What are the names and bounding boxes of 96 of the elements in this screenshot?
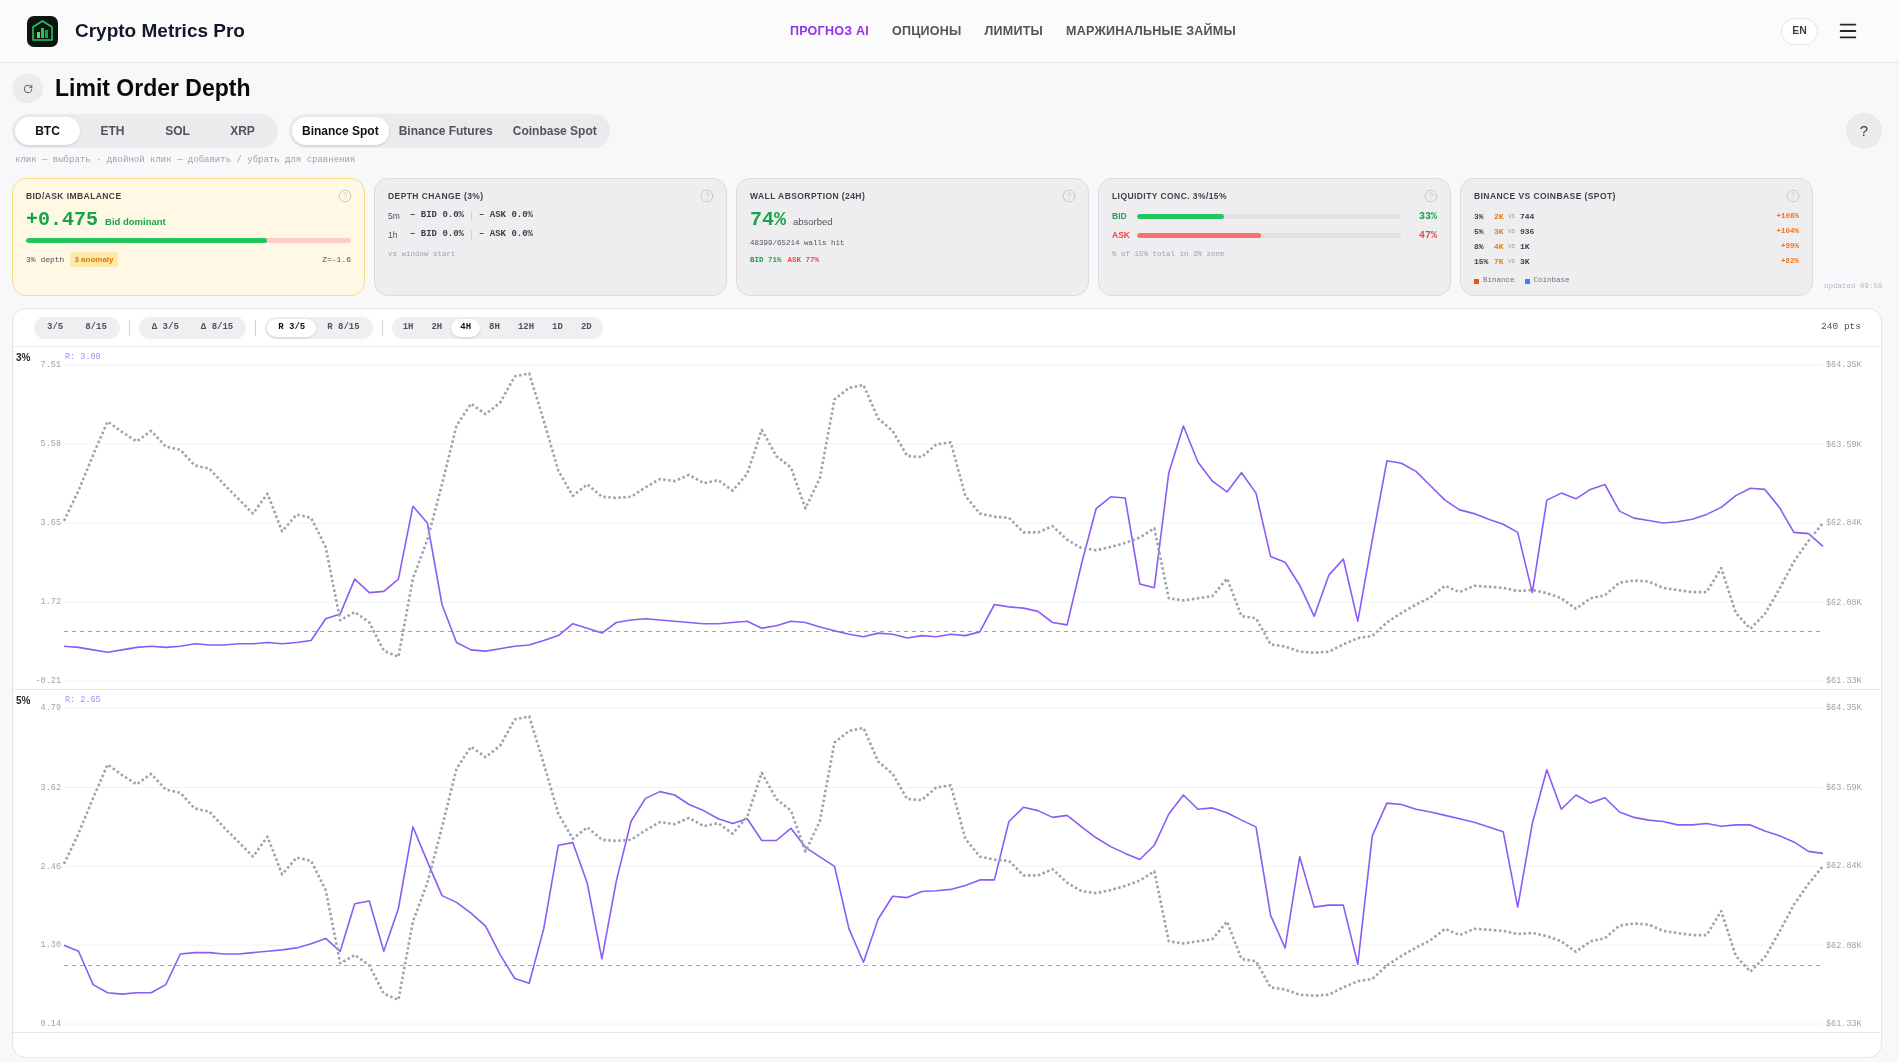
toolbar-tab[interactable]: 1H [393, 318, 423, 337]
nav-link[interactable]: ОПЦИОНЫ [892, 21, 962, 41]
help-icon[interactable] [1062, 189, 1076, 203]
card-title: BINANCE VS COINBASE (SPOT) [1474, 191, 1616, 201]
axis-label: $62.84K [1826, 518, 1862, 529]
toolbar-tab[interactable]: 2D [571, 318, 601, 337]
points-count: 240 pts [1821, 320, 1861, 335]
period-label: 1h [388, 228, 399, 242]
source-tab[interactable]: Binance Futures [388, 117, 503, 145]
axis-label: 0.14 [40, 1019, 61, 1030]
bid-change: – BID 0.0% [410, 228, 464, 242]
binance-value: 3K [1494, 225, 1505, 238]
depth-label: 8% [1474, 240, 1485, 253]
z-score: Z=-1.6 [322, 253, 351, 266]
concentration-value: 33% [1419, 209, 1437, 224]
card-title: DEPTH CHANGE (3%) [388, 191, 484, 201]
imbalance-value: +0.475 [26, 210, 98, 230]
toolbar-tab[interactable]: 2H [422, 318, 452, 337]
coinbase-value: 744 [1520, 210, 1535, 223]
axis-label: 4.79 [40, 703, 61, 714]
binance-value: 7K [1494, 255, 1505, 268]
toolbar-tab[interactable]: 4H [451, 318, 481, 337]
toolbar-tab[interactable]: Δ 8/15 [189, 318, 245, 337]
axis-label: 7.51 [40, 360, 61, 371]
axis-label: 3.65 [40, 518, 61, 529]
asset-tab[interactable]: ETH [80, 117, 145, 145]
ask-change: – ASK 0.0% [479, 228, 534, 242]
axis-label: $64.35K [1826, 360, 1862, 371]
depth-label: 3% [1474, 210, 1485, 223]
depth-label: 15% [1474, 255, 1490, 268]
source-tab[interactable]: Coinbase Spot [502, 117, 607, 145]
coinbase-value: 936 [1520, 225, 1535, 238]
axis-label: $64.35K [1826, 703, 1862, 714]
refresh-icon [22, 83, 33, 94]
axis-label: -0.21 [35, 676, 61, 687]
nav-link[interactable]: МАРЖИНАЛЬНЫЕ ЗАЙМЫ [1066, 21, 1236, 41]
coinbase-value: 3K [1520, 255, 1530, 268]
card-title: LIQUIDITY CONC. 3%/15% [1112, 191, 1227, 201]
axis-label: $62.08K [1826, 940, 1862, 951]
refresh-button[interactable] [12, 74, 43, 103]
axis-label: 1.30 [40, 940, 61, 951]
asset-tab[interactable]: BTC [15, 117, 80, 145]
toolbar-tab[interactable]: 12H [508, 318, 544, 337]
nav-link[interactable]: ЛИМИТЫ [984, 21, 1044, 41]
axis-label: 2.46 [40, 861, 61, 872]
period-label: 5m [388, 209, 401, 223]
page-title: Limit Order Depth [55, 74, 251, 103]
toolbar-tab[interactable]: Δ 3/5 [140, 318, 190, 337]
concentration-value: 47% [1419, 228, 1437, 243]
side-label: ASK [1112, 228, 1131, 242]
chart-title: 5% [16, 695, 31, 706]
toolbar-tab[interactable]: R 3/5 [267, 318, 317, 337]
hint-text: клик — выбрать · двойной клик — добавить / убрать для сравнения [15, 154, 356, 166]
card-title: WALL ABSORPTION (24H) [750, 191, 866, 201]
absorption-caption: absorbed [793, 215, 833, 229]
toolbar-tab[interactable]: R 8/15 [316, 318, 371, 337]
axis-label: $62.08K [1826, 597, 1862, 608]
help-icon[interactable] [1424, 189, 1438, 203]
toolbar-tab[interactable]: 8H [480, 318, 509, 337]
anomaly-badge: 3 anomaly [70, 252, 118, 267]
card-title: BID/ASK IMBALANCE [26, 191, 122, 201]
help-icon[interactable] [700, 189, 714, 203]
source-tab[interactable]: Binance Spot [292, 117, 389, 145]
axis-label: 3.62 [40, 782, 61, 793]
side-label: BID [1112, 209, 1128, 223]
binance-value: 4K [1494, 240, 1505, 253]
toolbar-tab[interactable]: 8/15 [74, 318, 118, 337]
imbalance-caption: Bid dominant [105, 215, 166, 229]
language-button[interactable]: EN [1781, 17, 1818, 45]
nav-link[interactable]: ПРОГНОЗ AI [789, 21, 869, 41]
asset-tab[interactable]: SOL [145, 117, 210, 145]
depth-label: 3% depth [26, 253, 65, 266]
chart-title: 3% [16, 352, 31, 363]
axis-label: 1.72 [40, 597, 61, 608]
help-icon[interactable] [1786, 189, 1800, 203]
ask-change: – ASK 0.0% [479, 209, 534, 223]
binance-value: 2K [1494, 210, 1505, 223]
logo-icon[interactable] [27, 15, 58, 47]
axis-label: $62.84K [1826, 861, 1862, 872]
axis-label: $61.33K [1826, 676, 1862, 687]
asset-tab[interactable]: XRP [210, 117, 275, 145]
axis-label: $63.59K [1826, 439, 1862, 450]
axis-label: $63.59K [1826, 782, 1862, 793]
absorption-value: 74% [750, 210, 786, 230]
axis-label: $61.33K [1826, 1019, 1862, 1030]
coinbase-value: 1K [1520, 240, 1530, 253]
depth-label: 5% [1474, 225, 1485, 238]
ratio-reading: R: 2.65 [65, 695, 101, 705]
help-button[interactable]: ? [1846, 113, 1882, 149]
help-icon[interactable] [338, 189, 352, 203]
brand-name: Crypto Metrics Pro [75, 18, 245, 43]
toolbar-tab[interactable]: 1D [543, 318, 572, 337]
bid-change: – BID 0.0% [410, 209, 464, 223]
axis-label: 5.58 [40, 439, 61, 450]
toolbar-tab[interactable]: 3/5 [36, 318, 75, 337]
ratio-reading: R: 3.08 [65, 352, 101, 362]
